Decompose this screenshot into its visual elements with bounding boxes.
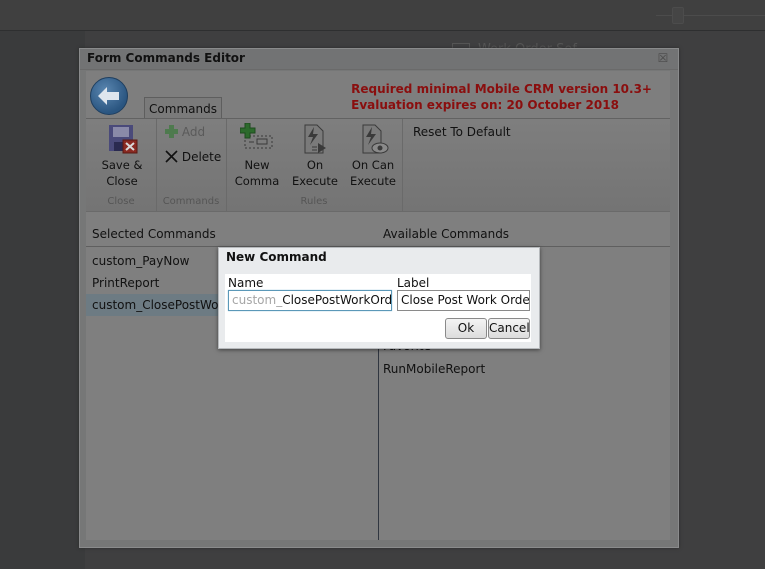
save-close-icon <box>105 123 139 155</box>
on-execute-label-2: Execute <box>292 174 338 188</box>
name-input[interactable]: custom_ClosePostWorkOrder <box>228 290 392 311</box>
version-notice: Required minimal Mobile CRM version 10.3… <box>351 81 652 113</box>
delete-label: Delete <box>181 150 222 164</box>
ribbon: Save & Close Close Add Delete Commands N… <box>86 119 670 212</box>
notice-version-line: Required minimal Mobile CRM version 10.3… <box>351 82 652 96</box>
group-label-commands: Commands <box>162 196 220 207</box>
new-command-label-2: Comma <box>234 174 280 188</box>
ok-button[interactable]: Ok <box>445 318 487 339</box>
save-close-button[interactable]: Save & Close <box>94 123 150 189</box>
name-value: ClosePostWorkOrder <box>282 293 392 307</box>
available-command-item[interactable]: RunMobileReport <box>383 362 485 376</box>
save-close-label-2: Close <box>106 174 138 188</box>
ribbon-group-rules: New Comma On Execute On Can Execute Rule… <box>226 119 403 211</box>
new-command-label-1: New <box>244 158 270 172</box>
app-top-bar <box>0 0 765 31</box>
reset-to-default-button[interactable]: Reset To Default <box>413 125 511 139</box>
add-label: Add <box>181 125 206 139</box>
dialog-body: Name Label custom_ClosePostWorkOrder Clo… <box>225 274 531 342</box>
group-label-close: Close <box>107 196 135 207</box>
editor-title: Form Commands Editor <box>87 51 245 65</box>
ribbon-group-commands: Add Delete Commands <box>156 119 227 211</box>
back-button[interactable] <box>90 77 128 115</box>
add-button[interactable]: Add <box>165 125 205 139</box>
cancel-button[interactable]: Cancel <box>488 318 530 339</box>
on-can-execute-icon <box>356 123 390 155</box>
label-field-label: Label <box>397 276 430 290</box>
arrow-left-icon <box>98 87 119 105</box>
on-can-execute-button[interactable]: On Can Execute <box>345 123 401 189</box>
add-icon <box>165 125 178 138</box>
on-execute-button[interactable]: On Execute <box>288 123 342 189</box>
new-command-dialog: New Command Name Label custom_ClosePostW… <box>218 247 540 349</box>
editor-titlebar: Form Commands Editor ☒ <box>80 49 678 70</box>
available-commands-header: Available Commands <box>383 227 510 241</box>
delete-button[interactable]: Delete <box>165 150 221 164</box>
on-can-execute-label-2: Execute <box>350 174 396 188</box>
close-icon[interactable]: ☒ <box>657 52 669 64</box>
new-command-icon <box>239 122 274 155</box>
new-command-button[interactable]: New Comma <box>230 122 284 189</box>
tab-commands[interactable]: Commands <box>144 97 222 120</box>
name-field-label: Name <box>228 276 264 290</box>
delete-icon <box>165 150 178 163</box>
label-input[interactable]: Close Post Work Order <box>397 290 530 311</box>
save-close-label-1: Save & <box>101 158 143 172</box>
on-can-execute-label-1: On Can <box>351 158 395 172</box>
name-prefix: custom_ <box>232 293 283 307</box>
group-label-rules: Rules <box>300 196 328 207</box>
on-execute-icon <box>298 123 332 155</box>
selected-commands-header: Selected Commands <box>92 227 216 241</box>
zoom-slider-thumb[interactable] <box>672 7 684 24</box>
notice-expiry-line: Evaluation expires on: 20 October 2018 <box>351 98 619 112</box>
background-sidebar <box>0 31 85 569</box>
ribbon-group-close: Save & Close Close <box>86 119 157 211</box>
dialog-title: New Command <box>226 250 327 264</box>
on-execute-label-1: On <box>306 158 324 172</box>
